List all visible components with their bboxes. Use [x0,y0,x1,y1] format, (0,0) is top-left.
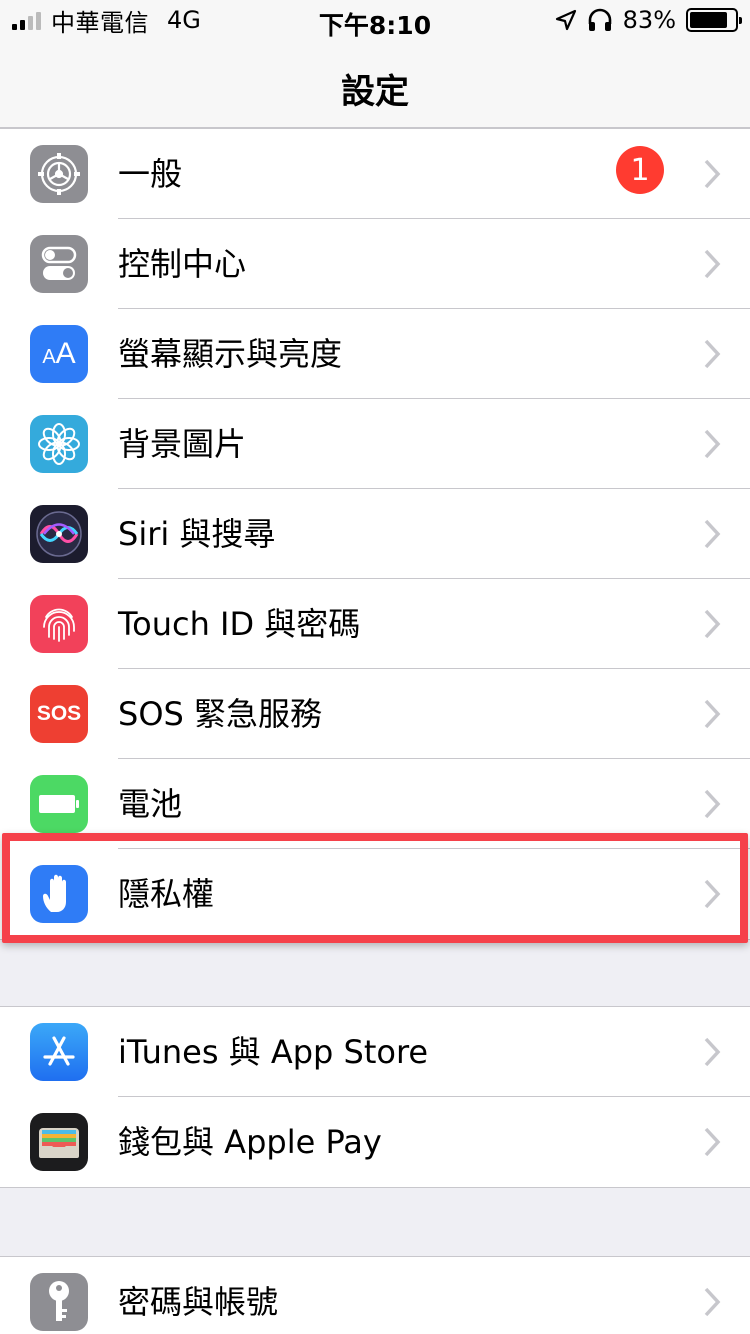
settings-row-privacy[interactable]: 隱私權 [0,849,750,939]
settings-row-control-center[interactable]: 控制中心 [0,219,750,309]
chevron-right-icon [704,879,721,909]
settings-row-label: 密碼與帳號 [118,1283,279,1321]
settings-row-label: SOS 緊急服務 [118,695,322,733]
chevron-right-icon [704,1037,721,1067]
flower-icon [30,415,88,473]
settings-group-1: 一般 控制中心 AA 螢幕顯示與亮度 背景圖片 Siri 與搜尋 Touch I… [0,128,750,940]
settings-row-label: 背景圖片 [118,425,247,463]
chevron-right-icon [704,609,721,639]
settings-row-label: Siri 與搜尋 [118,515,276,553]
chevron-right-icon [704,1127,721,1157]
chevron-right-icon [704,519,721,549]
settings-row-label: 電池 [118,785,183,823]
notification-badge: 1 [616,146,664,194]
settings-group-3: 密碼與帳號 [0,1256,750,1334]
settings-row-label: 控制中心 [118,245,247,283]
settings-group-2: iTunes 與 App Store 錢包與 Apple Pay [0,1006,750,1188]
page-title: 設定 [341,72,409,112]
toggles-icon [30,235,88,293]
settings-row-label: Touch ID 與密碼 [118,605,361,643]
navigation-bar: 設定 [0,40,750,128]
chevron-right-icon [704,1287,721,1317]
battery-icon [30,775,88,833]
chevron-right-icon [704,159,721,189]
fingerprint-icon [30,595,88,653]
text-size-icon: AA [30,325,88,383]
gear-icon [30,145,88,203]
hand-icon [30,865,88,923]
chevron-right-icon [704,699,721,729]
settings-row-wallet[interactable]: 錢包與 Apple Pay [0,1097,750,1187]
sos-icon: SOS [30,685,88,743]
chevron-right-icon [704,249,721,279]
settings-row-label: 隱私權 [118,875,215,913]
settings-row-siri[interactable]: Siri 與搜尋 [0,489,750,579]
location-arrow-icon [555,9,576,31]
settings-row-sos[interactable]: SOS SOS 緊急服務 [0,669,750,759]
settings-row-itunes-app-store[interactable]: iTunes 與 App Store [0,1007,750,1097]
settings-row-label: iTunes 與 App Store [118,1033,429,1071]
status-bar: 中華電信 4G 下午8:10 83% [0,0,750,40]
chevron-right-icon [704,339,721,369]
wallet-icon [30,1113,88,1171]
settings-row-label: 一般 [118,155,183,193]
settings-row-display[interactable]: AA 螢幕顯示與亮度 [0,309,750,399]
chevron-right-icon [704,789,721,819]
siri-icon [30,505,88,563]
headphones-icon [588,8,611,31]
settings-row-label: 錢包與 Apple Pay [118,1123,382,1161]
key-icon [30,1273,88,1331]
battery-icon [686,8,742,32]
chevron-right-icon [704,429,721,459]
app-store-icon [30,1023,88,1081]
settings-row-label: 螢幕顯示與亮度 [118,335,343,373]
sos-icon-text: SOS [36,702,82,725]
settings-row-touch-id[interactable]: Touch ID 與密碼 [0,579,750,669]
battery-percent: 83% [622,6,676,34]
settings-row-battery[interactable]: 電池 [0,759,750,849]
settings-row-passwords-accounts[interactable]: 密碼與帳號 [0,1257,750,1334]
settings-row-wallpaper[interactable]: 背景圖片 [0,399,750,489]
